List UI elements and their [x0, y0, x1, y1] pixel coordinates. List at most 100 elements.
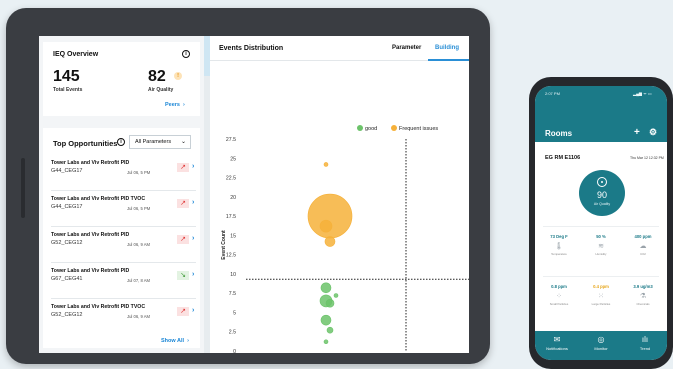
opportunity-code: G67_CEG41: [51, 276, 83, 282]
chevron-right-icon[interactable]: ›: [192, 163, 194, 170]
opportunity-code: G52_CEG12: [51, 240, 83, 246]
opportunity-list-item[interactable]: Tower Labs and Viv Retrofit PID G52_CEG12…: [51, 232, 196, 262]
opportunity-list-item[interactable]: Tower Labs and Viv Retrofit PID G44_CEG17…: [51, 160, 196, 190]
metric-tile[interactable]: 73 Deg F 🌡 Temperature: [541, 234, 577, 256]
ieq-overview-card: IEQ Overview i 145 Total Events 82 ! Air…: [43, 42, 200, 116]
air-quality-score-label: Air Quality: [593, 202, 611, 206]
data-point: [324, 236, 336, 247]
opportunity-code: G52_CEG12: [51, 312, 83, 318]
metric-tile[interactable]: 400 ppm ☁ CO2: [625, 234, 661, 256]
metric-tile[interactable]: 0.4 ppm ⁙ Large Particles: [583, 284, 619, 306]
status-signal-icon: ▂▄▆ ᯤ ▭: [633, 91, 652, 96]
tablet-screen: IEQ Overview i 145 Total Events 82 ! Air…: [39, 36, 469, 353]
opportunity-list-item[interactable]: Tower Labs and Viv Retrofit PID G67_CEG41…: [51, 268, 196, 298]
nav-label: Notifications: [546, 346, 568, 351]
metric-icon: ⁙: [598, 293, 604, 300]
monitor-icon: ◎: [597, 335, 605, 344]
add-icon[interactable]: +: [634, 127, 640, 138]
show-all-label: Show All: [161, 338, 185, 344]
y-axis-label: Event Count: [221, 230, 227, 260]
phone-device: 2:07 PM ▂▄▆ ᯤ ▭ Rooms + ⚙ EG RM E1106 Th…: [529, 77, 673, 369]
chevron-right-icon: ›: [184, 338, 189, 344]
opportunity-parameter: PID: [120, 232, 130, 238]
data-point: [323, 162, 329, 167]
events-distribution-title: Events Distribution: [219, 45, 284, 52]
y-tick-label: 12.5: [226, 253, 236, 259]
phone-screen: 2:07 PM ▂▄▆ ᯤ ▭ Rooms + ⚙ EG RM E1106 Th…: [535, 86, 667, 360]
nav-label: Monitor: [594, 346, 608, 351]
y-tick-label: 17.5: [226, 214, 236, 220]
top-opportunities-title: Top Opportunities: [53, 139, 118, 148]
divider: [51, 190, 196, 191]
metric-tile[interactable]: 50 % ≋ Humidity: [583, 234, 619, 256]
info-icon[interactable]: i: [182, 50, 190, 58]
total-events-label: Total Events: [53, 87, 83, 93]
trend-up-icon: ↗: [177, 307, 189, 316]
opportunity-list-item[interactable]: Tower Labs and Viv Retrofit PID TVOC G44_…: [51, 196, 196, 226]
info-icon[interactable]: i: [117, 138, 125, 146]
nav-item-notifications[interactable]: ✉ Notifications: [537, 335, 577, 351]
legend-label: Frequent issues: [399, 126, 438, 132]
nav-label: Trend: [639, 346, 651, 351]
chevron-right-icon[interactable]: ›: [192, 271, 194, 278]
tablet-home-button: [21, 158, 25, 218]
tab-parameter[interactable]: Parameter: [392, 45, 421, 51]
chevron-right-icon[interactable]: ›: [192, 307, 194, 314]
metric-label: Small Particles: [549, 302, 569, 306]
nav-item-monitor[interactable]: ◎ Monitor: [581, 335, 621, 351]
left-column: IEQ Overview i 145 Total Events 82 ! Air…: [39, 36, 204, 353]
events-distribution-panel: Events Distribution Parameter Building g…: [210, 36, 469, 353]
data-point: [323, 339, 329, 345]
divider: [543, 276, 659, 277]
show-all-link[interactable]: Show All ›: [161, 338, 189, 344]
opportunity-name: Tower Labs and Viv Retrofit PID TVOC: [51, 304, 145, 310]
warning-icon: !: [174, 72, 182, 80]
y-tick-label: 5: [233, 310, 236, 316]
room-name: EG RM E1106: [545, 155, 581, 161]
chevron-right-icon[interactable]: ›: [192, 199, 194, 206]
legend-swatch: [391, 125, 397, 131]
ieq-overview-title: IEQ Overview: [53, 51, 99, 58]
trend-icon: ılı: [641, 335, 649, 344]
metric-label: Temperature: [551, 252, 567, 256]
phone-title: Rooms: [545, 129, 573, 138]
metric-label: Humidity: [595, 252, 607, 256]
metric-icon: ⁘: [556, 293, 562, 300]
trend-up-icon: ↗: [177, 199, 189, 208]
data-point: [320, 314, 332, 326]
opportunity-name: Tower Labs and Viv Retrofit PID: [51, 232, 129, 238]
peers-link-label: Peers: [165, 102, 180, 108]
trend-up-icon: ↗: [177, 235, 189, 244]
dropdown-value: All Parameters: [135, 139, 172, 145]
data-point: [325, 298, 335, 308]
peers-link[interactable]: Peers ›: [165, 102, 185, 108]
top-opportunities-card: Top Opportunities i All Parameters ⌄ Tow…: [43, 128, 200, 348]
data-point: [320, 282, 332, 294]
metric-tile[interactable]: 0.8 ppm ⁘ Small Particles: [541, 284, 577, 306]
parameter-dropdown[interactable]: All Parameters ⌄: [129, 135, 191, 149]
divider: [51, 226, 196, 227]
metric-value: 50 %: [596, 234, 606, 239]
metric-label: CO2: [640, 252, 646, 256]
opportunity-name: Tower Labs and Viv Retrofit PID TVOC: [51, 196, 145, 202]
opportunity-parameter: PID TVOC: [120, 304, 146, 310]
opportunity-name: Tower Labs and Viv Retrofit PID: [51, 268, 129, 274]
opportunity-list-item[interactable]: Tower Labs and Viv Retrofit PID TVOC G52_…: [51, 304, 196, 334]
gear-icon[interactable]: ⚙: [649, 127, 657, 138]
nav-item-trend[interactable]: ılı Trend: [625, 335, 665, 351]
tab-building[interactable]: Building: [435, 45, 459, 51]
data-point: [333, 293, 339, 298]
tablet-device: IEQ Overview i 145 Total Events 82 ! Air…: [6, 8, 490, 364]
y-tick-label: 20: [230, 195, 236, 201]
y-tick-label: 15: [230, 233, 236, 239]
status-time: 2:07 PM: [545, 91, 560, 96]
opportunity-parameter: PID: [120, 268, 130, 274]
chevron-right-icon[interactable]: ›: [192, 235, 194, 242]
opportunity-date: Jul 06, 5 PM: [127, 206, 151, 211]
opportunity-date: Jul 06, 9 AM: [127, 314, 151, 319]
metric-tile[interactable]: 3.9 ug/m3 ⚗ Chemicals: [625, 284, 661, 306]
air-quality-value: 82: [148, 68, 166, 85]
opportunity-parameter: PID TVOC: [120, 196, 146, 202]
opportunity-parameter: PID: [120, 160, 130, 166]
opportunity-building: Tower Labs and Viv Retrofit: [51, 304, 120, 310]
